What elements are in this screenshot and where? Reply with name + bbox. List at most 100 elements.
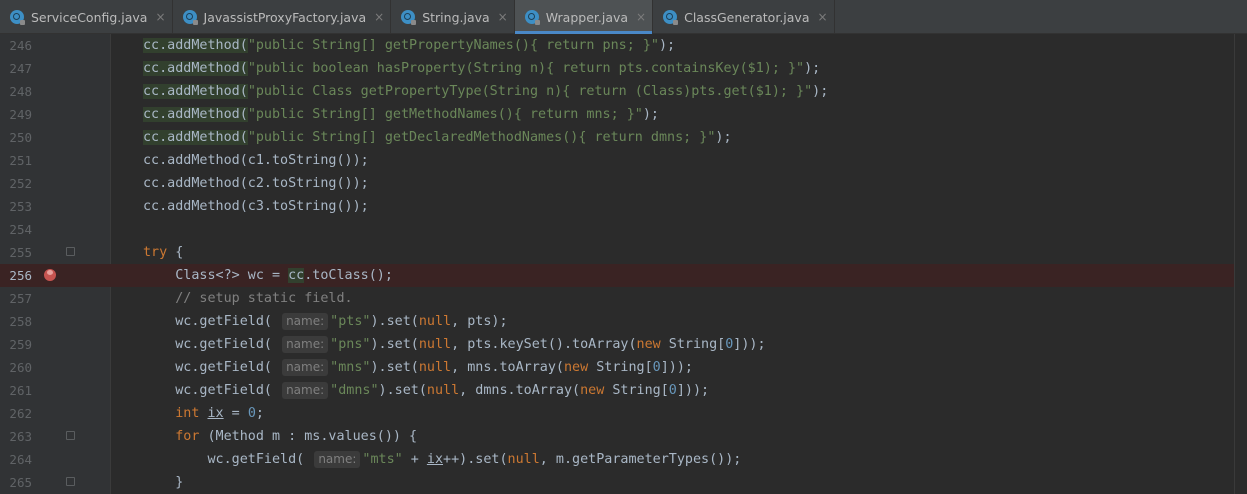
line-number: 263 xyxy=(9,429,32,444)
code-token: ).set( xyxy=(378,383,427,398)
code-text[interactable]: wc.getField( name: "mns").set(null, mns.t… xyxy=(143,356,693,379)
code-text[interactable]: // setup static field. xyxy=(143,287,352,310)
code-token: cc.addMethod(c3.toString()); xyxy=(143,199,369,214)
close-icon[interactable]: × xyxy=(155,11,165,23)
code-line[interactable]: 259 wc.getField( name: "pns").set(null, p… xyxy=(0,333,1234,356)
code-line[interactable]: 247 cc.addMethod("public boolean hasProp… xyxy=(0,57,1234,80)
code-text[interactable]: cc.addMethod("public boolean hasProperty… xyxy=(143,57,820,80)
code-line[interactable]: 265 } xyxy=(0,471,1234,494)
identifier-highlight: cc xyxy=(288,268,305,283)
tab-serviceconfig[interactable]: ServiceConfig.java × xyxy=(0,0,173,34)
keyword: null xyxy=(418,360,452,375)
code-text[interactable]: for (Method m : ms.values()) { xyxy=(143,425,417,448)
code-text[interactable]: } xyxy=(143,471,183,494)
code-token: ).set( xyxy=(370,314,419,329)
code-text[interactable]: cc.addMethod(c2.toString()); xyxy=(143,172,369,195)
code-line[interactable]: 260 wc.getField( name: "mns").set(null, m… xyxy=(0,356,1234,379)
tab-wrapper[interactable]: Wrapper.java × xyxy=(514,0,654,34)
fold-marker-icon[interactable] xyxy=(66,477,75,486)
java-class-icon xyxy=(401,10,417,25)
code-text[interactable]: wc.getField( name: "pns").set(null, pts.k… xyxy=(143,333,766,356)
code-token: + xyxy=(402,452,427,467)
code-text[interactable]: Class<?> wc = cc.toClass(); xyxy=(143,264,393,287)
keyword: null xyxy=(507,452,540,467)
string-literal: "public String[] getDeclaredMethodNames(… xyxy=(247,130,716,145)
keyword: null xyxy=(418,337,452,352)
code-token: ); xyxy=(715,130,732,145)
code-line[interactable]: 258 wc.getField( name: "pts").set(null, p… xyxy=(0,310,1234,333)
line-number: 262 xyxy=(9,406,32,421)
string-literal: "mns" xyxy=(330,360,371,375)
breakpoint-icon[interactable] xyxy=(44,269,56,281)
code-line[interactable]: 252 cc.addMethod(c2.toString()); xyxy=(0,172,1234,195)
variable-ix: ix xyxy=(426,452,444,467)
close-icon[interactable]: × xyxy=(636,11,646,23)
code-token: ])); xyxy=(676,383,710,398)
fold-marker-icon[interactable] xyxy=(66,247,75,256)
code-token: ); xyxy=(804,61,821,76)
code-editor[interactable]: 246 cc.addMethod("public String[] getPro… xyxy=(0,34,1234,494)
code-token: { xyxy=(167,245,184,260)
code-text[interactable]: wc.getField( name: "mts" + ix++).set(null… xyxy=(143,448,741,471)
code-token: wc.getField( xyxy=(143,452,313,467)
tab-classgenerator[interactable]: ClassGenerator.java × xyxy=(653,0,835,34)
java-class-icon xyxy=(524,10,540,25)
code-text[interactable]: int ix = 0; xyxy=(143,402,264,425)
code-line[interactable]: 257 // setup static field. xyxy=(0,287,1234,310)
fold-marker-icon[interactable] xyxy=(66,431,75,440)
string-literal: "pns" xyxy=(330,337,371,352)
code-text[interactable]: cc.addMethod("public String[] getMethodN… xyxy=(143,103,659,126)
code-line[interactable]: 246 cc.addMethod("public String[] getPro… xyxy=(0,34,1234,57)
tab-label: ServiceConfig.java xyxy=(31,9,148,25)
tab-label: String.java xyxy=(422,9,490,25)
code-text[interactable]: cc.addMethod("public String[] getPropert… xyxy=(143,34,675,57)
line-number: 247 xyxy=(9,61,32,76)
code-line[interactable]: 264 wc.getField( name: "mts" + ix++).set(… xyxy=(0,448,1234,471)
close-icon[interactable]: × xyxy=(374,11,384,23)
number-literal: 0 xyxy=(652,360,661,375)
code-line[interactable]: 261 wc.getField( name: "dmns").set(null, … xyxy=(0,379,1234,402)
code-text[interactable]: cc.addMethod("public Class getPropertyTy… xyxy=(143,80,828,103)
tab-string[interactable]: String.java × xyxy=(391,0,515,34)
code-token: cc.addMethod(c1.toString()); xyxy=(143,153,369,168)
code-text[interactable]: cc.addMethod(c1.toString()); xyxy=(143,149,369,172)
line-number: 252 xyxy=(9,176,32,191)
code-line[interactable]: 263 for (Method m : ms.values()) { xyxy=(0,425,1234,448)
code-token: ])); xyxy=(733,337,766,352)
code-line[interactable]: 250 cc.addMethod("public String[] getDec… xyxy=(0,126,1234,149)
breakpoint-line[interactable]: 256 Class<?> wc = cc.toClass(); xyxy=(0,264,1234,287)
identifier-highlight: cc.addMethod( xyxy=(143,84,248,99)
code-line[interactable]: 254 xyxy=(0,218,1234,241)
code-line[interactable]: 251 cc.addMethod(c1.toString()); xyxy=(0,149,1234,172)
line-number: 248 xyxy=(9,84,32,99)
code-token: , dmns.toArray( xyxy=(459,383,581,398)
code-text[interactable]: cc.addMethod(c3.toString()); xyxy=(143,195,369,218)
tab-javassistproxyfactory[interactable]: JavassistProxyFactory.java × xyxy=(173,0,392,34)
code-text[interactable]: cc.addMethod("public String[] getDeclare… xyxy=(143,126,732,149)
code-token: (Method m : ms.values()) { xyxy=(199,429,418,444)
code-line[interactable]: 262 int ix = 0; xyxy=(0,402,1234,425)
code-token: wc.getField( xyxy=(143,314,281,329)
code-line[interactable]: 248 cc.addMethod("public Class getProper… xyxy=(0,80,1234,103)
close-icon[interactable]: × xyxy=(498,11,508,23)
code-text[interactable]: wc.getField( name: "dmns").set(null, dmns… xyxy=(143,379,709,402)
code-text[interactable]: wc.getField( name: "pts").set(null, pts); xyxy=(143,310,508,333)
code-token: String[ xyxy=(604,383,669,398)
keyword: new xyxy=(580,383,605,398)
close-icon[interactable]: × xyxy=(818,11,828,23)
tab-label: JavassistProxyFactory.java xyxy=(203,9,367,25)
java-class-icon xyxy=(10,10,25,25)
variable-ix: ix xyxy=(207,406,224,421)
code-line[interactable]: 249 cc.addMethod("public String[] getMet… xyxy=(0,103,1234,126)
code-line[interactable]: 255 try { xyxy=(0,241,1234,264)
identifier-highlight: cc.addMethod( xyxy=(143,107,248,122)
identifier-highlight: cc.addMethod( xyxy=(143,38,248,53)
parameter-hint: name: xyxy=(282,382,329,399)
number-literal: 0 xyxy=(247,406,256,421)
code-text[interactable]: try { xyxy=(143,241,183,264)
java-class-icon xyxy=(663,10,679,25)
parameter-hint: name: xyxy=(282,336,329,353)
code-line[interactable]: 253 cc.addMethod(c3.toString()); xyxy=(0,195,1234,218)
